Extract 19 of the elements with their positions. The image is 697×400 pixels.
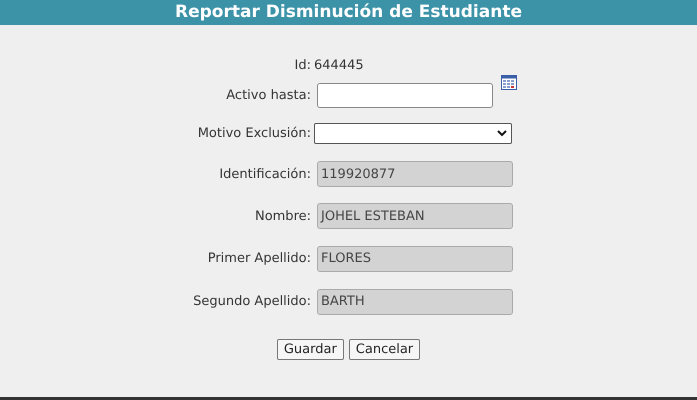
date-field[interactable] <box>317 82 493 108</box>
id-label: Id: <box>294 58 311 72</box>
reason-dropdown[interactable] <box>314 122 512 144</box>
field-label: Activo hasta: <box>226 88 311 102</box>
field-label: Nombre: <box>254 208 311 224</box>
save-button[interactable]: Guardar <box>276 339 344 360</box>
field-label: Motivo Exclusión: <box>198 126 311 140</box>
readonly-field: BARTH <box>317 288 513 314</box>
cancel-button[interactable]: Cancelar <box>348 339 420 360</box>
readonly-field: JOHEL ESTEBAN <box>317 203 513 229</box>
chevron-icon <box>497 130 507 136</box>
calendar-icon[interactable] <box>501 75 517 90</box>
field-label: Identificación: <box>219 166 311 182</box>
readonly-field: 119920877 <box>317 161 513 187</box>
field-label: Segundo Apellido: <box>193 294 311 309</box>
readonly-field: FLORES <box>317 246 513 272</box>
field-label: Primer Apellido: <box>208 251 311 266</box>
id-value: 644445 <box>314 58 364 72</box>
window-title: Reportar Disminución de Estudiante <box>0 0 697 25</box>
